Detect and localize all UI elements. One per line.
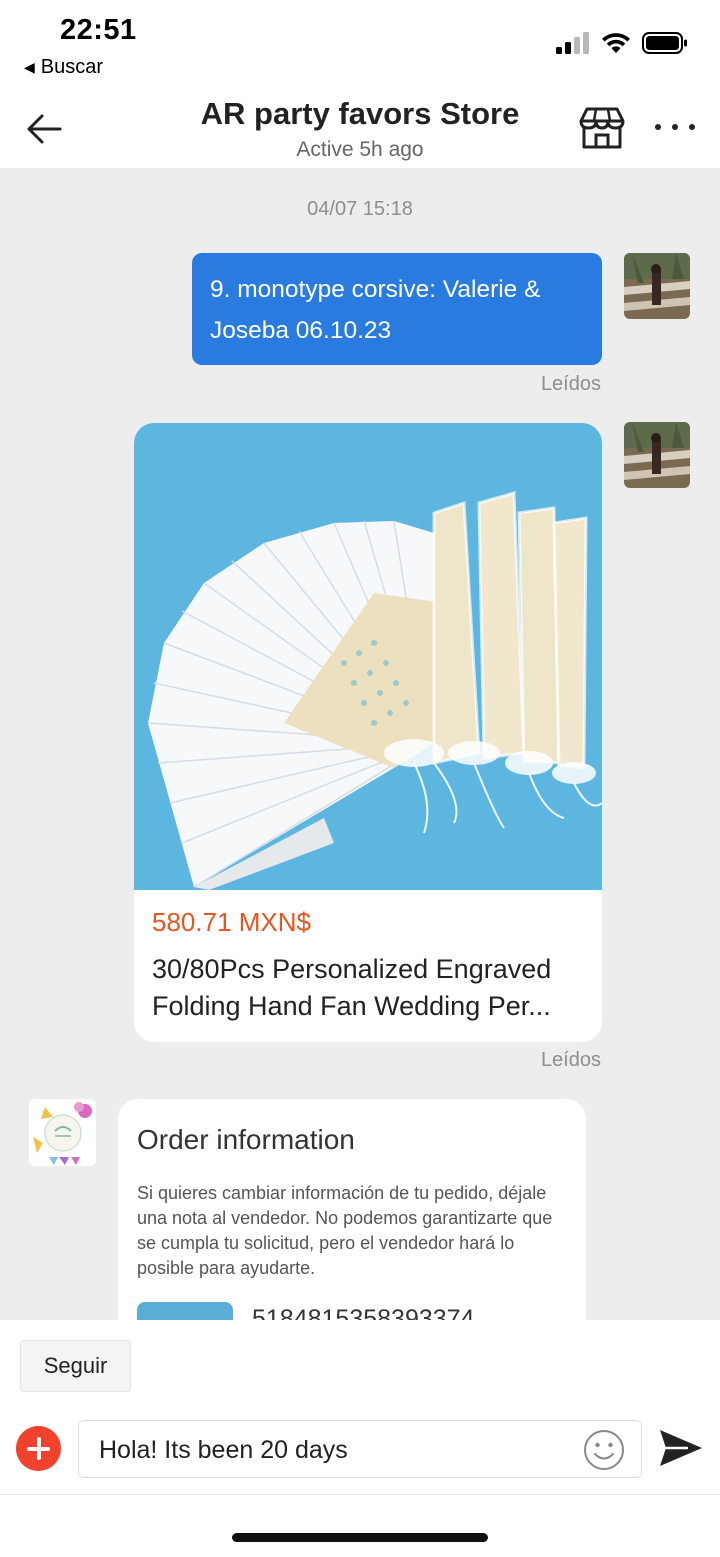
send-button[interactable] [658,1428,704,1468]
product-price: 580.71 MXN$ [152,907,311,937]
back-app-label: Buscar [40,56,104,78]
dot [655,124,661,130]
read-status: Leídos [540,373,601,395]
user-avatar-photo-icon [624,253,690,319]
divider [0,1494,720,1495]
product-name[interactable]: 30/80Pcs Personalized Engraved Folding H… [152,951,584,1025]
status-time: 22:51 [60,14,137,46]
message-input[interactable]: Hola! Its been 20 days [78,1420,642,1478]
store-button[interactable] [578,106,626,150]
sent-text-message[interactable]: 9. monotype corsive: Valerie & Joseba 06… [192,253,602,365]
chat-header: AR party favors Store Active 5h ago [0,86,720,168]
order-info-title: Order information [137,1124,355,1155]
message-timestamp: 04/07 15:18 [307,198,413,220]
order-information-card[interactable]: Order information Si quieres cambiar inf… [118,1099,586,1320]
user-avatar[interactable] [624,253,690,319]
home-indicator[interactable] [232,1533,488,1542]
back-to-app-link[interactable]: ◀ Buscar [24,56,103,79]
order-product-thumbnail[interactable] [137,1302,233,1320]
store-icon [579,107,625,149]
emoji-button[interactable] [583,1429,625,1471]
product-card[interactable]: 580.71 MXN$ 30/80Pcs Personalized Engrav… [134,423,602,1042]
message-input-value: Hola! Its been 20 days [99,1436,348,1464]
status-bar: 22:51 ◀ Buscar [0,0,720,86]
chat-messages[interactable]: 04/07 15:18 9. monotype corsive: Valerie… [0,168,720,1320]
user-avatar-photo-icon [624,422,690,488]
emoji-icon [584,1430,624,1470]
dot [672,124,678,130]
follow-button[interactable]: Seguir [20,1340,131,1392]
back-triangle-icon: ◀ [24,59,35,75]
folding-hand-fan-product-image [134,423,602,890]
send-icon [660,1430,702,1466]
dot [689,124,695,130]
wifi-icon [602,33,630,53]
battery-icon [642,32,687,54]
status-icons [556,32,688,54]
order-number[interactable]: 5184815358393374 [252,1305,474,1320]
store-avatar[interactable] [29,1099,96,1166]
plus-icon[interactable] [16,1426,61,1471]
store-logo-icon [29,1099,96,1166]
user-avatar[interactable] [624,422,690,488]
message-composer: Seguir Hola! Its been 20 days [0,1320,720,1557]
read-status: Leídos [540,1049,601,1071]
more-options-icon[interactable] [655,110,695,144]
cellular-signal-icon [556,32,589,54]
order-info-description: Si quieres cambiar información de tu ped… [137,1183,553,1278]
